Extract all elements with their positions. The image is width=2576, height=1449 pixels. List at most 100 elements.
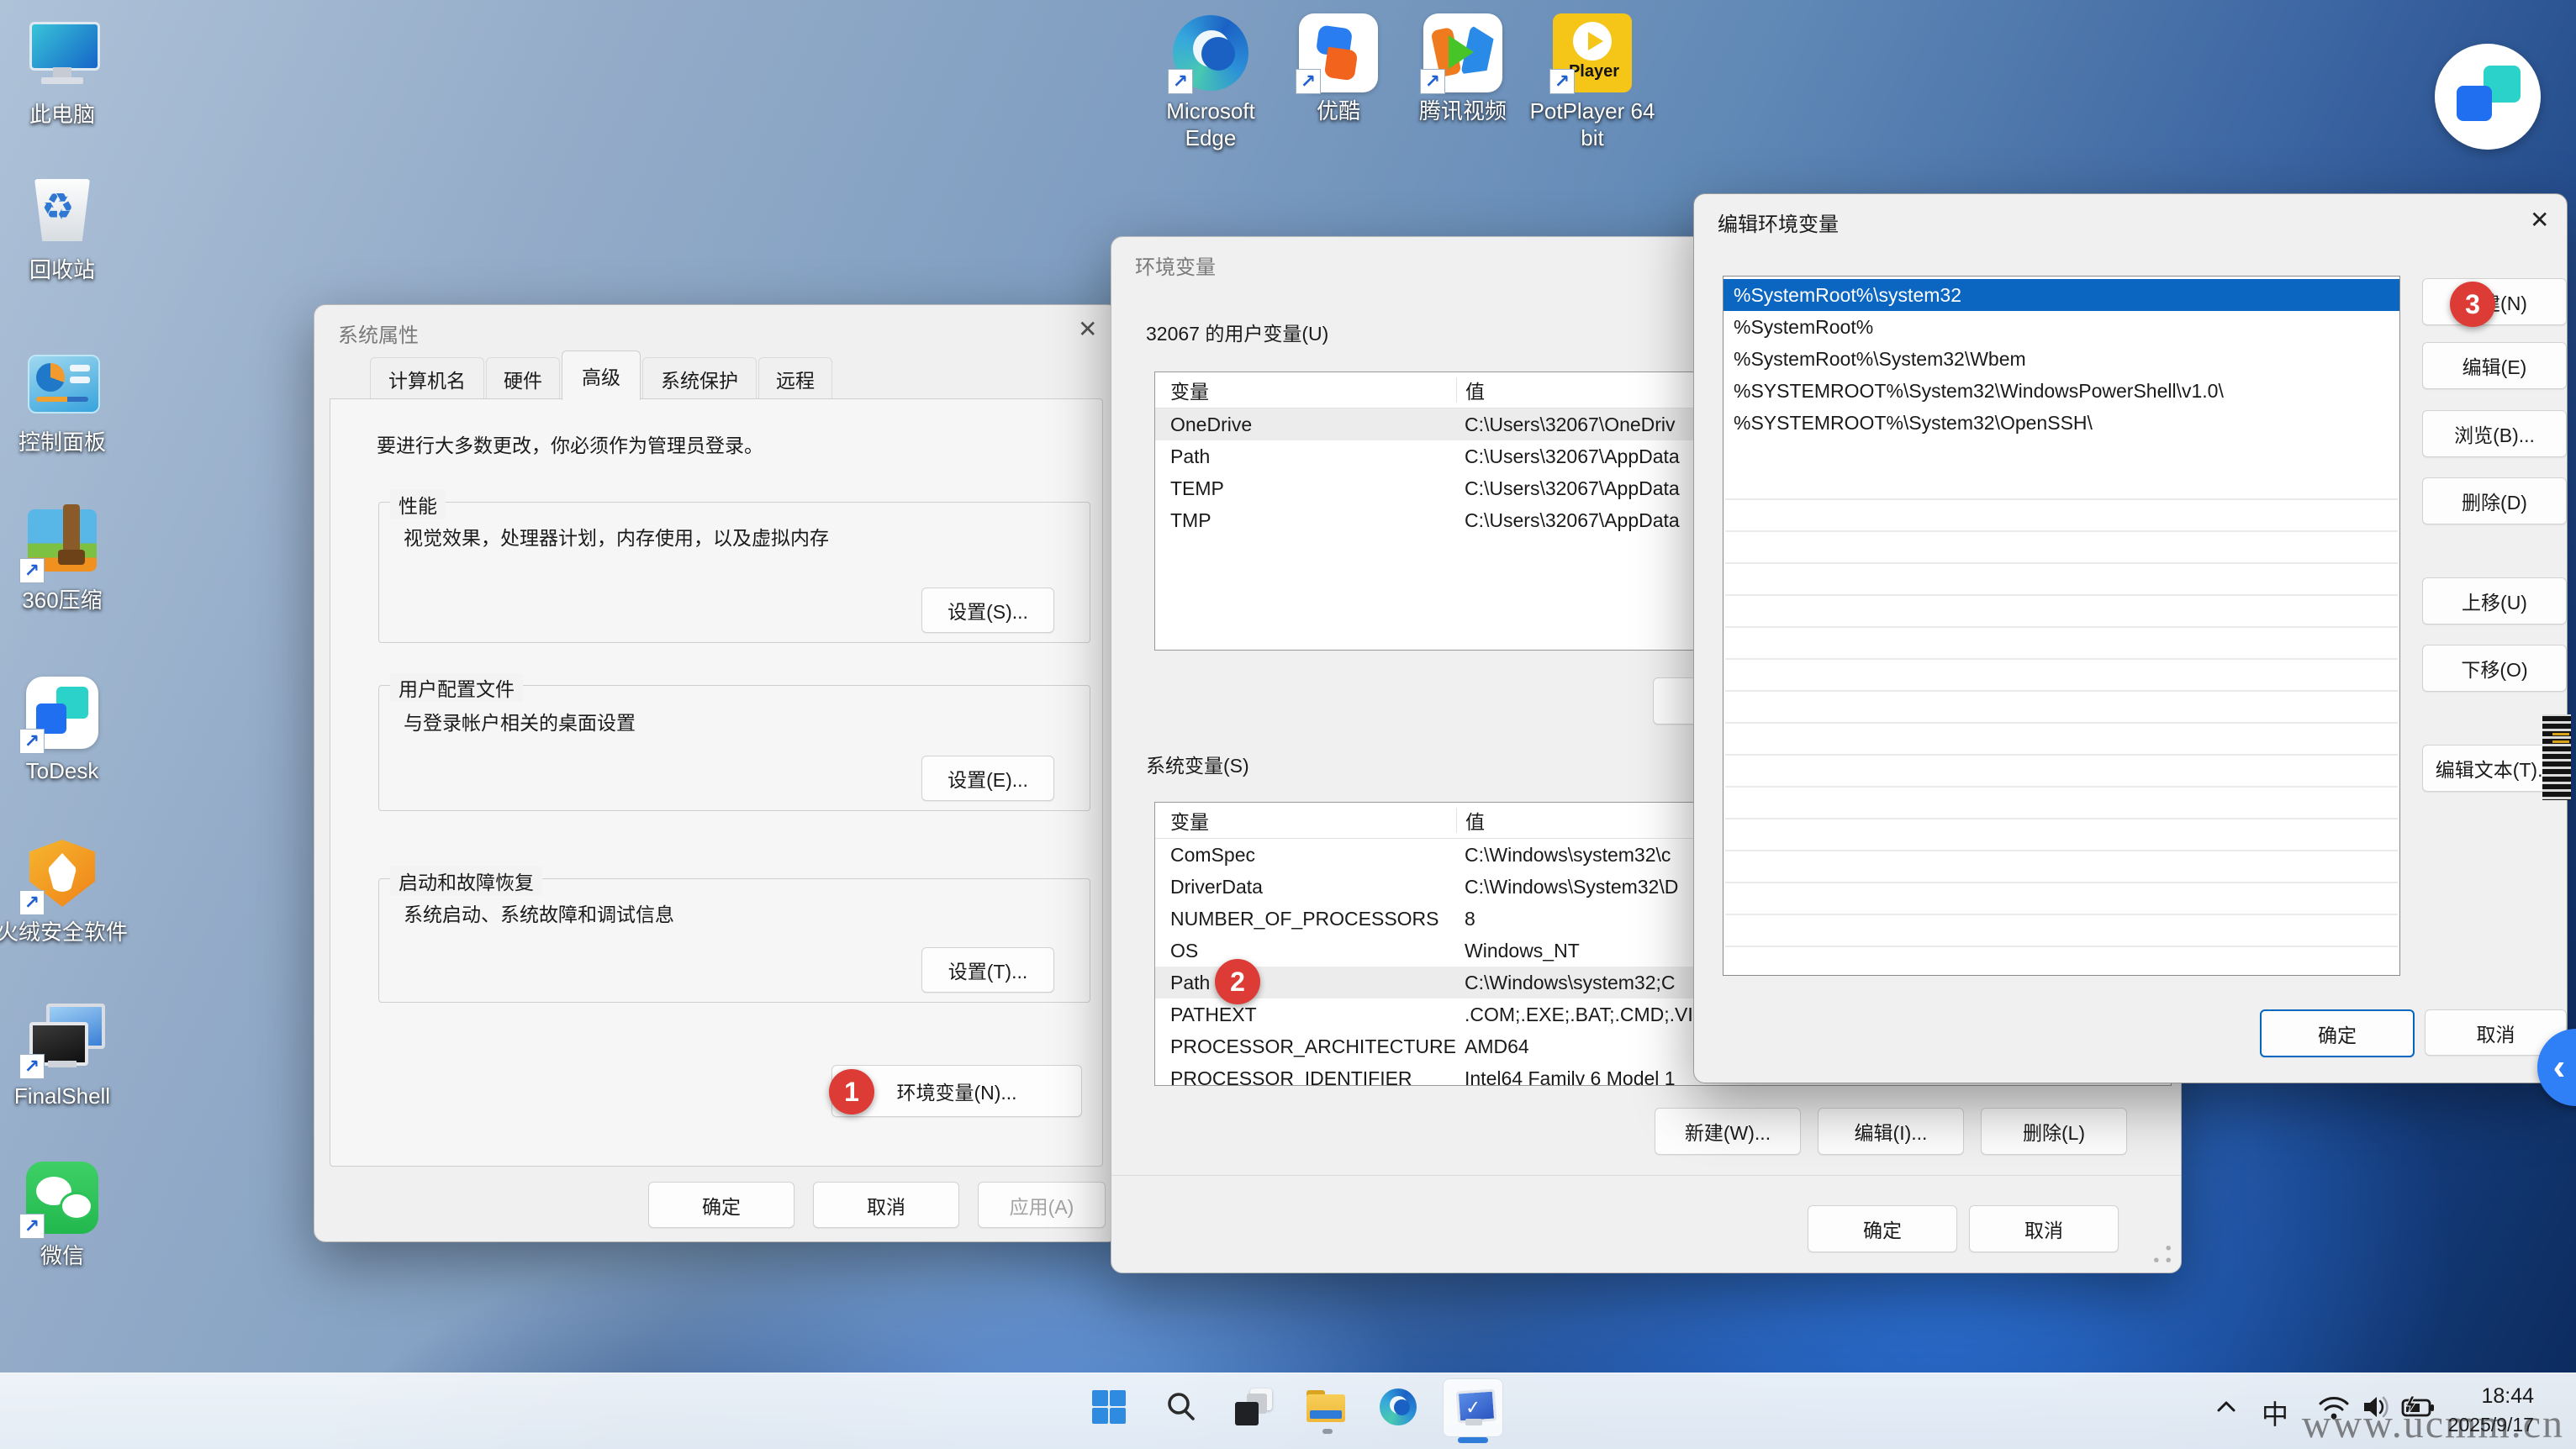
ok-button[interactable]: 确定 (2260, 1009, 2415, 1057)
empty-row-separators (1725, 468, 2398, 976)
system-new-button[interactable]: 新建(W)... (1655, 1108, 1801, 1155)
this-pc-icon (23, 17, 102, 96)
shortcut-arrow-icon: ↗ (19, 558, 45, 583)
active-app-system-properties[interactable]: ✓ (1443, 1378, 1503, 1437)
dialog-title: 编辑环境变量 (1718, 208, 1839, 237)
desktop-icon-finalshell[interactable]: ↗ FinalShell (0, 998, 129, 1109)
step-badge-1: 1 (829, 1069, 874, 1114)
shortcut-arrow-icon: ↗ (1549, 69, 1575, 94)
desktop-screen: 此电脑 ♻ 回收站 控制面板 ↗ 360压缩 (0, 0, 2576, 1449)
edge-icon (1380, 1388, 1417, 1425)
column-value: 值 (1456, 808, 1485, 833)
list-item[interactable]: %SystemRoot%\System32\Wbem (1723, 343, 2399, 375)
close-icon[interactable]: ✕ (2530, 206, 2549, 234)
dialog-title: 环境变量 (1135, 250, 1216, 280)
watermark-text: www.ucmm.cn (2302, 1401, 2564, 1447)
column-value: 值 (1456, 377, 1485, 403)
move-down-button[interactable]: 下移(O) (2422, 645, 2567, 692)
start-button[interactable] (1085, 1383, 1132, 1431)
startup-recovery-group-label: 启动和故障恢复 (390, 867, 542, 895)
shortcut-arrow-icon: ↗ (1296, 69, 1321, 94)
ok-button[interactable]: 确定 (1808, 1205, 1957, 1252)
system-properties-dialog: 系统属性 ✕ 计算机名 硬件 高级 系统保护 远程 要进行大多数更改，你必须作为… (314, 304, 1119, 1242)
chevron-up-icon (2214, 1394, 2239, 1420)
file-explorer-icon (1306, 1390, 1345, 1424)
360zip-icon: ↗ (23, 503, 102, 582)
running-indicator (1322, 1429, 1333, 1434)
search-button[interactable] (1158, 1383, 1205, 1431)
windows-logo-icon (1091, 1389, 1127, 1425)
desktop-icon-huorong[interactable]: ↗ 火绒安全软件 (0, 835, 129, 946)
resize-grip[interactable] (2152, 1244, 2172, 1264)
performance-settings-button[interactable]: 设置(S)... (921, 588, 1054, 633)
desktop-icon-wechat[interactable]: ↗ 微信 (0, 1158, 129, 1269)
shortcut-arrow-icon: ↗ (1168, 69, 1193, 94)
shortcut-arrow-icon: ↗ (1420, 69, 1445, 94)
user-profiles-settings-button[interactable]: 设置(E)... (921, 756, 1054, 801)
tab-hardware[interactable]: 硬件 (486, 357, 560, 400)
list-item[interactable]: %SYSTEMROOT%\System32\WindowsPowerShell\… (1723, 375, 2399, 407)
list-item[interactable]: %SystemRoot% (1723, 311, 2399, 343)
edit-environment-variable-dialog: 编辑环境变量 ✕ %SystemRoot%\system32 %SystemRo… (1693, 193, 2568, 1083)
tab-computer-name[interactable]: 计算机名 (370, 357, 484, 400)
desktop-icon-tencent-video[interactable]: ↗ 腾讯视频 (1396, 13, 1530, 124)
shortcut-arrow-icon: ↗ (19, 890, 45, 915)
browse-button[interactable]: 浏览(B)... (2422, 410, 2567, 457)
admin-note: 要进行大多数更改，你必须作为管理员登录。 (377, 429, 763, 458)
user-profiles-group-label: 用户配置文件 (390, 673, 523, 702)
system-properties-app-icon: ✓ (1452, 1388, 1494, 1427)
startup-recovery-settings-button[interactable]: 设置(T)... (921, 947, 1054, 993)
search-icon (1164, 1390, 1198, 1424)
apply-button[interactable]: 应用(A) (978, 1182, 1106, 1228)
task-view-button[interactable] (1230, 1383, 1277, 1431)
desktop-icon-360zip[interactable]: ↗ 360压缩 (0, 503, 129, 614)
path-entries-listbox[interactable]: %SystemRoot%\system32 %SystemRoot% %Syst… (1723, 276, 2400, 976)
shortcut-arrow-icon: ↗ (19, 1214, 45, 1239)
tab-remote[interactable]: 远程 (758, 357, 832, 400)
close-icon[interactable]: ✕ (1078, 315, 1097, 343)
startup-recovery-desc: 系统启动、系统故障和调试信息 (404, 898, 674, 927)
list-item[interactable]: %SYSTEMROOT%\System32\OpenSSH\ (1723, 407, 2399, 439)
tencent-video-icon: ↗ (1423, 13, 1502, 92)
edit-button[interactable]: 编辑(E) (2422, 342, 2567, 389)
dialog-title: 系统属性 (338, 319, 419, 348)
edge-icon: ↗ (1171, 13, 1250, 92)
shortcut-arrow-icon: ↗ (19, 729, 45, 754)
user-variables-label: 32067 的用户变量(U) (1146, 318, 1328, 346)
control-panel-icon (23, 345, 102, 424)
edge-taskbar-button[interactable] (1375, 1383, 1422, 1431)
tab-system-protection[interactable]: 系统保护 (642, 357, 757, 400)
todesk-floating-ball[interactable] (2435, 44, 2541, 150)
performance-desc: 视觉效果，处理器计划，内存使用，以及虚拟内存 (404, 522, 829, 551)
file-explorer-button[interactable] (1302, 1383, 1349, 1431)
shortcut-arrow-icon: ↗ (19, 1054, 45, 1079)
docked-strip-widget[interactable] (2537, 706, 2576, 809)
desktop-icon-recycle-bin[interactable]: ♻ 回收站 (0, 172, 129, 283)
ok-button[interactable]: 确定 (648, 1182, 794, 1228)
todesk-icon: ↗ (23, 673, 102, 752)
task-view-icon (1235, 1388, 1272, 1425)
delete-button[interactable]: 删除(D) (2422, 477, 2567, 524)
system-variables-label: 系统变量(S) (1146, 750, 1249, 778)
desktop-icon-control-panel[interactable]: 控制面板 (0, 345, 129, 456)
system-edit-button[interactable]: 编辑(I)... (1818, 1108, 1964, 1155)
desktop-icon-todesk[interactable]: ↗ ToDesk (0, 673, 129, 784)
desktop-icon-edge[interactable]: ↗ Microsoft Edge (1143, 13, 1278, 151)
finalshell-icon: ↗ (23, 998, 102, 1078)
desktop-icon-this-pc[interactable]: 此电脑 (0, 17, 129, 128)
chevron-left-icon: ‹ (2553, 1046, 2566, 1088)
performance-group-label: 性能 (390, 490, 446, 519)
huorong-shield-icon: ↗ (23, 835, 102, 914)
tray-overflow-button[interactable] (2203, 1383, 2250, 1431)
cancel-button[interactable]: 取消 (813, 1182, 959, 1228)
step-badge-3: 3 (2450, 282, 2495, 327)
wechat-icon: ↗ (23, 1158, 102, 1237)
desktop-icon-potplayer[interactable]: Player ↗ PotPlayer 64 bit (1525, 13, 1660, 151)
ime-indicator[interactable]: 中 (2262, 1394, 2288, 1432)
cancel-button[interactable]: 取消 (1969, 1205, 2119, 1252)
tab-advanced[interactable]: 高级 (562, 350, 641, 400)
list-item-selected[interactable]: %SystemRoot%\system32 (1723, 279, 2399, 311)
system-delete-button[interactable]: 删除(L) (1981, 1108, 2127, 1155)
desktop-icon-youku[interactable]: ↗ 优酷 (1271, 13, 1406, 124)
move-up-button[interactable]: 上移(U) (2422, 577, 2567, 624)
